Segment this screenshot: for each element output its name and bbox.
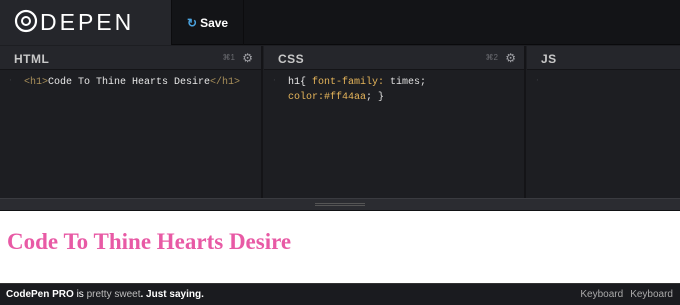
code-open-tag: <h1> bbox=[24, 77, 49, 88]
resize-grip-icon bbox=[315, 203, 365, 206]
gear-icon[interactable]: ⚙ bbox=[505, 51, 516, 65]
gear-icon[interactable]: ⚙ bbox=[242, 51, 253, 65]
js-code-editor[interactable] bbox=[527, 71, 680, 75]
preview-frame: Code To Thine Hearts Desire bbox=[0, 211, 680, 283]
html-code-editor[interactable]: <h1>Code To Thine Hearts Desire</h1> bbox=[0, 71, 261, 90]
css-line-1: h1{ font-family: times; bbox=[288, 77, 427, 88]
code-content: Code To Thine Hearts Desire bbox=[48, 77, 211, 88]
html-shortcut: ⌘1 bbox=[222, 53, 235, 62]
js-pane-header: JS bbox=[527, 46, 680, 70]
top-header: DEPEN ↻ Save bbox=[0, 0, 680, 45]
keyboard-link-2[interactable]: Keyboard bbox=[630, 289, 673, 300]
editor-panes: HTML ⌘1 ⚙ · <h1>Code To Thine Hearts Des… bbox=[0, 46, 680, 198]
preview-heading: Code To Thine Hearts Desire bbox=[7, 229, 292, 254]
pro-link[interactable]: CodePen PRO bbox=[6, 289, 74, 300]
footer-bar: CodePen PRO is pretty sweet. Just saying… bbox=[0, 283, 680, 305]
gutter-marker: · bbox=[535, 76, 540, 85]
logo-text: DEPEN bbox=[40, 9, 135, 35]
html-pane-header: HTML ⌘1 ⚙ bbox=[0, 46, 261, 70]
keyboard-link[interactable]: Keyboard bbox=[580, 289, 623, 300]
css-pane-header: CSS ⌘2 ⚙ bbox=[264, 46, 524, 70]
save-label: Save bbox=[200, 15, 229, 30]
footer-links: Keyboard Keyboard bbox=[573, 289, 673, 300]
js-pane: JS · bbox=[527, 46, 680, 198]
html-pane: HTML ⌘1 ⚙ · <h1>Code To Thine Hearts Des… bbox=[0, 46, 263, 198]
refresh-icon: ↻ bbox=[187, 15, 198, 30]
css-code-editor[interactable]: h1{ font-family: times; color:#ff44aa; } bbox=[264, 71, 524, 105]
logo-area[interactable]: DEPEN bbox=[0, 0, 172, 45]
css-pane-title: CSS bbox=[278, 52, 305, 66]
css-line-2: color:#ff44aa; } bbox=[288, 92, 385, 103]
code-close-tag: </h1> bbox=[210, 77, 241, 88]
css-pane: CSS ⌘2 ⚙ · h1{ font-family: times; color… bbox=[264, 46, 526, 198]
save-button[interactable]: ↻ Save bbox=[180, 0, 244, 45]
pane-resizer[interactable] bbox=[0, 198, 680, 211]
js-pane-title: JS bbox=[541, 52, 557, 66]
codepen-logo-icon bbox=[14, 9, 38, 33]
footer-promo: CodePen PRO is pretty sweet. Just saying… bbox=[6, 289, 204, 300]
codepen-logo[interactable]: DEPEN bbox=[14, 9, 134, 36]
css-shortcut: ⌘2 bbox=[485, 53, 498, 62]
html-pane-title: HTML bbox=[14, 52, 50, 66]
